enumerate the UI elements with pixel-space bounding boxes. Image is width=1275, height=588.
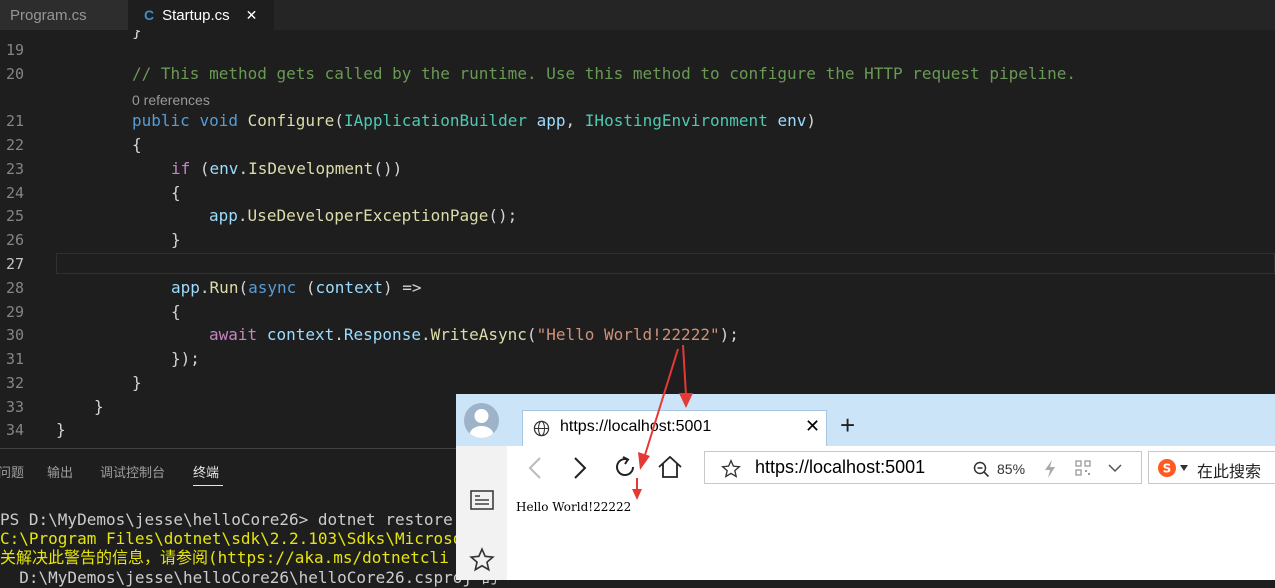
line-number: 23 <box>5 160 24 178</box>
tab-output[interactable]: 输出 <box>47 462 73 481</box>
csharp-icon: C <box>144 7 155 23</box>
line-number: 20 <box>5 65 24 83</box>
tab-label: Program.cs <box>10 6 87 24</box>
code-editor[interactable]: } 19 20 // This method gets called by th… <box>0 30 1275 448</box>
favorite-star-icon[interactable] <box>721 459 741 479</box>
close-tab-icon[interactable]: ✕ <box>805 416 820 437</box>
back-arrow-icon[interactable] <box>526 456 544 480</box>
zoom-level: 85% <box>997 461 1026 477</box>
tab-terminal[interactable]: 终端 <box>193 462 219 481</box>
active-tab-indicator <box>193 485 223 486</box>
address-bar[interactable]: https://localhost:5001 85% <box>704 451 1142 484</box>
line-number: 25 <box>5 207 24 225</box>
lightning-icon[interactable] <box>1043 459 1057 479</box>
tab-label: Startup.cs <box>162 6 230 24</box>
tab-program-cs[interactable]: Program.cs <box>0 0 128 30</box>
code-line-usedev: app.UseDeveloperExceptionPage(); <box>209 206 518 225</box>
chevron-down-icon[interactable] <box>1108 463 1122 473</box>
terminal-warning-line: 关解决此警告的信息，请参阅(https://aka.ms/dotnetcli <box>0 548 449 567</box>
close-icon[interactable]: ✕ <box>246 7 258 24</box>
line-number: 21 <box>5 112 24 130</box>
code-line-if: if (env.IsDevelopment()) <box>171 159 403 178</box>
page-content-text: Hello World!22222 <box>516 500 632 514</box>
refresh-icon[interactable] <box>613 455 637 479</box>
line-number: 32 <box>5 374 24 392</box>
code-line: } <box>56 420 66 439</box>
current-line-highlight <box>56 253 1275 274</box>
code-line: } <box>94 397 104 416</box>
code-line: } <box>132 373 142 392</box>
code-line-await: await context.Response.WriteAsync("Hello… <box>209 325 739 344</box>
browser-tab[interactable]: https://localhost:5001 ✕ <box>522 410 827 446</box>
browser-sidebar <box>456 446 507 580</box>
line-number: 31 <box>5 350 24 368</box>
search-box[interactable]: S 在此搜索 <box>1148 451 1275 484</box>
terminal-line: D:\MyDemos\jesse\helloCore26\helloCore26… <box>0 568 498 587</box>
line-number-current: 27 <box>5 255 24 273</box>
code-line: { <box>171 302 181 321</box>
browser-titlebar: https://localhost:5001 ✕ + <box>456 394 1275 446</box>
tab-problems[interactable]: 问题 <box>0 462 24 481</box>
forward-arrow-icon[interactable] <box>571 456 589 480</box>
code-line-configure: public void Configure(IApplicationBuilde… <box>132 111 817 130</box>
zoom-icon[interactable] <box>973 461 990 478</box>
line-number: 24 <box>5 184 24 202</box>
line-number: 33 <box>5 398 24 416</box>
address-url: https://localhost:5001 <box>755 457 926 477</box>
tab-debug-console[interactable]: 调试控制台 <box>100 462 165 481</box>
codelens-references[interactable]: 0 references <box>132 92 210 108</box>
favorites-star-icon[interactable] <box>469 547 495 573</box>
reading-list-icon[interactable] <box>470 490 494 510</box>
line-number: 29 <box>5 303 24 321</box>
sogou-search-icon[interactable]: S <box>1157 458 1177 478</box>
browser-window: https://localhost:5001 ✕ + https://local… <box>456 394 1275 580</box>
home-icon[interactable] <box>657 455 683 479</box>
editor-tab-bar: Program.cs C Startup.cs ✕ <box>0 0 1275 30</box>
line-number: 22 <box>5 136 24 154</box>
new-tab-button[interactable]: + <box>840 412 855 438</box>
profile-avatar-icon[interactable] <box>464 403 499 438</box>
line-number: 34 <box>5 421 24 439</box>
code-comment: // This method gets called by the runtim… <box>132 64 1077 83</box>
globe-icon <box>533 420 550 437</box>
browser-tab-title: https://localhost:5001 <box>560 418 712 435</box>
code-line: } <box>171 230 181 249</box>
tab-startup-cs[interactable]: C Startup.cs ✕ <box>128 0 274 30</box>
code-line: { <box>132 135 142 154</box>
code-line-run: app.Run(async (context) => <box>171 278 422 297</box>
line-number: 26 <box>5 231 24 249</box>
line-number: 28 <box>5 279 24 297</box>
search-placeholder: 在此搜索 <box>1197 462 1262 481</box>
code-line: { <box>171 183 181 202</box>
code-line: } <box>132 30 142 40</box>
svg-text:S: S <box>1163 462 1172 476</box>
terminal-line: PS D:\MyDemos\jesse\helloCore26> dotnet … <box>0 510 453 529</box>
search-engine-dropdown-icon[interactable] <box>1180 465 1188 471</box>
qr-code-icon[interactable] <box>1075 460 1091 476</box>
line-number: 30 <box>5 326 24 344</box>
code-line: }); <box>171 349 200 368</box>
line-number: 19 <box>5 41 24 59</box>
